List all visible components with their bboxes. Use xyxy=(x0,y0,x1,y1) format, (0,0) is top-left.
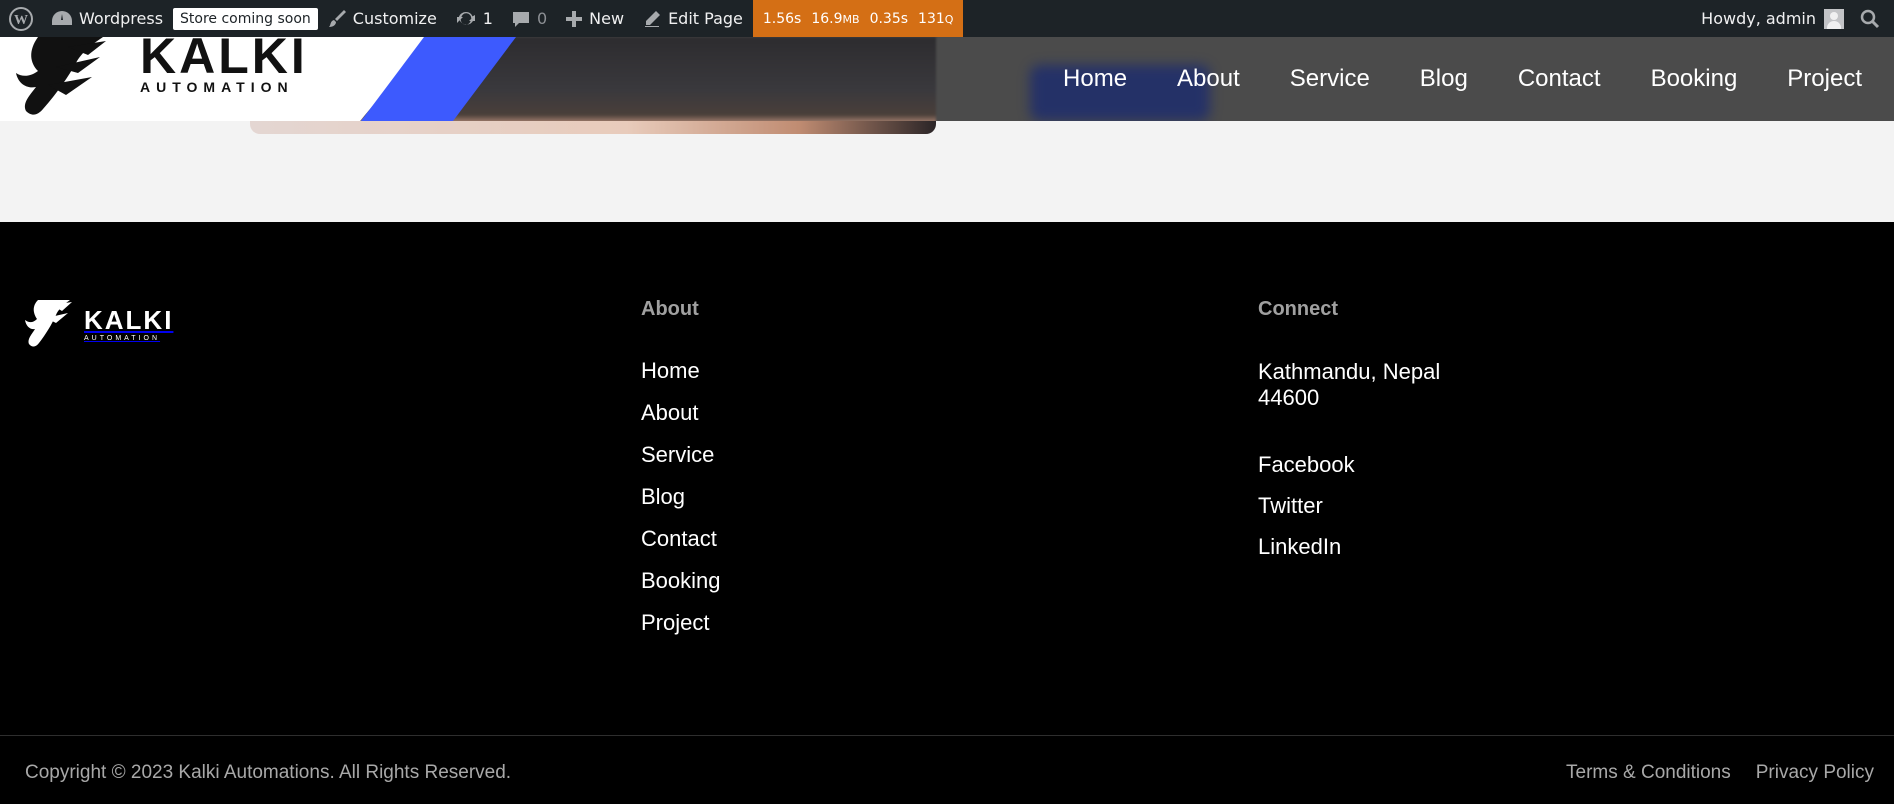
dashboard-icon xyxy=(52,10,72,25)
comments-menu[interactable]: 0 xyxy=(502,0,556,37)
footer-logo-text: KALKI AUTOMATION xyxy=(84,307,173,342)
new-label: New xyxy=(589,9,625,28)
nav-project[interactable]: Project xyxy=(1787,65,1862,93)
nav-booking[interactable]: Booking xyxy=(1651,65,1738,93)
footer-link-linkedin[interactable]: LinkedIn xyxy=(1258,535,1478,576)
horse-logo-icon xyxy=(25,300,72,347)
horse-logo-icon xyxy=(16,37,106,115)
nav-blog[interactable]: Blog xyxy=(1420,65,1468,93)
site-header: KALKI AUTOMATION Home About Service Blog… xyxy=(0,31,1894,134)
footer-about-heading: About xyxy=(641,298,699,320)
site-footer: KALKI AUTOMATION About Home About Servic… xyxy=(0,222,1894,804)
nav-home[interactable]: Home xyxy=(1063,65,1127,93)
footer-connect-column: Connect Kathmandu, Nepal 44600 Facebook … xyxy=(1258,298,1478,576)
perf-queries: 131Q xyxy=(918,10,954,27)
footer-about-column: About Home About Service Blog Contact Bo… xyxy=(641,298,721,653)
footer-link-twitter[interactable]: Twitter xyxy=(1258,494,1478,535)
footer-address: Kathmandu, Nepal 44600 xyxy=(1258,359,1441,410)
brush-icon xyxy=(328,9,346,27)
hero-image-edge xyxy=(250,121,936,134)
avatar xyxy=(1824,8,1844,29)
footer-logo-word: KALKI xyxy=(84,304,174,335)
customize-label: Customize xyxy=(352,9,437,28)
edit-page-menu[interactable]: Edit Page xyxy=(633,0,752,37)
footer-link-home[interactable]: Home xyxy=(641,359,721,401)
perf-memory: 16.9MB xyxy=(811,10,860,27)
store-coming-soon-badge[interactable]: Store coming soon xyxy=(173,7,318,30)
plus-icon xyxy=(566,10,583,27)
comment-icon xyxy=(512,11,529,27)
header-logo-word: KALKI xyxy=(140,28,308,84)
updates-icon xyxy=(456,11,475,25)
footer-logo-sub: AUTOMATION xyxy=(84,334,161,342)
admin-search[interactable] xyxy=(1848,0,1894,37)
site-name-menu[interactable]: Wordpress xyxy=(42,0,172,37)
svg-text:W: W xyxy=(14,13,28,28)
footer-link-blog[interactable]: Blog xyxy=(641,485,721,527)
pencil-icon xyxy=(645,10,661,27)
footer-link-facebook[interactable]: Facebook xyxy=(1258,453,1478,494)
footer-link-service[interactable]: Service xyxy=(641,443,721,485)
admin-bar: W Wordpress Store coming soon Customize … xyxy=(0,0,1894,37)
footer-link-contact[interactable]: Contact xyxy=(641,527,721,569)
customize-menu[interactable]: Customize xyxy=(318,0,446,37)
wordpress-logo-icon[interactable]: W xyxy=(0,0,42,37)
updates-count: 1 xyxy=(482,9,493,28)
my-account-menu[interactable]: Howdy, admin xyxy=(1692,0,1848,37)
nav-about[interactable]: About xyxy=(1177,65,1240,93)
privacy-link[interactable]: Privacy Policy xyxy=(1756,762,1874,784)
footer-link-booking[interactable]: Booking xyxy=(641,569,721,611)
perf-time: 1.56s xyxy=(762,10,802,27)
terms-link[interactable]: Terms & Conditions xyxy=(1566,762,1731,784)
footer-logo[interactable]: KALKI AUTOMATION xyxy=(24,298,173,350)
header-logo-sub: AUTOMATION xyxy=(140,79,294,95)
footer-connect-heading: Connect xyxy=(1258,298,1338,320)
footer-divider xyxy=(0,735,1894,736)
edit-page-label: Edit Page xyxy=(668,9,743,28)
nav-service[interactable]: Service xyxy=(1290,65,1370,93)
footer-link-project[interactable]: Project xyxy=(641,611,721,653)
query-monitor-stats[interactable]: 1.56s 16.9MB 0.35s 131Q xyxy=(752,0,964,37)
howdy-label: Howdy, admin xyxy=(1701,9,1816,28)
updates-menu[interactable]: 1 xyxy=(446,0,502,37)
content-section xyxy=(0,121,1894,222)
footer-copyright: Copyright © 2023 Kalki Automations. All … xyxy=(25,762,512,783)
search-icon xyxy=(1860,9,1880,28)
perf-query-time: 0.35s xyxy=(869,10,909,27)
new-content-menu[interactable]: New xyxy=(556,0,633,37)
site-name-label: Wordpress xyxy=(79,9,164,28)
nav-contact[interactable]: Contact xyxy=(1518,65,1601,93)
main-navigation: Home About Service Blog Contact Booking … xyxy=(1013,37,1894,121)
footer-legal-links: Terms & Conditions Privacy Policy xyxy=(1566,762,1874,784)
comments-count: 0 xyxy=(536,9,548,28)
footer-link-about[interactable]: About xyxy=(641,401,721,443)
